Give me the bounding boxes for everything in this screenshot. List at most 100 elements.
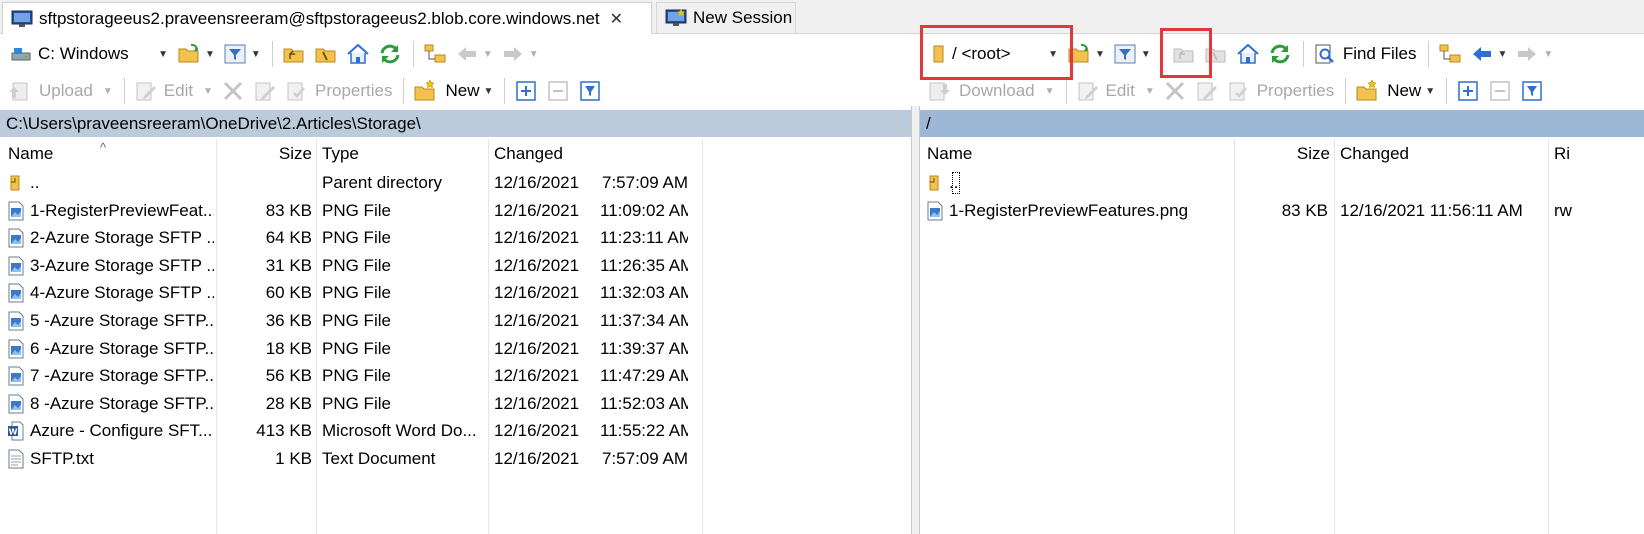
open-directory-button[interactable]: ▼ [1064,39,1108,69]
chevron-down-icon[interactable]: ▼ [1425,86,1435,97]
local-path-text: C:\Users\praveensreeram\OneDrive\2.Artic… [6,113,421,133]
tree-view-button[interactable] [1435,39,1465,69]
new-button[interactable]: New ▼ [1352,76,1438,106]
tree-view-button[interactable] [420,39,450,69]
properties-button[interactable]: Properties [282,76,395,106]
edit-button[interactable]: Edit ▼ [1073,76,1158,106]
file-row[interactable]: 1-RegisterPreviewFeat... 83 KB PNG File 12/… [0,197,911,225]
chevron-down-icon[interactable]: ▼ [483,86,493,97]
file-row[interactable]: SFTP.txt 1 KB Text Document 12/16/2021 7:57:… [0,445,911,473]
refresh-icon [378,43,402,65]
plus-box-icon [1456,80,1480,102]
chevron-down-icon[interactable]: ▼ [1543,49,1553,60]
file-row[interactable]: 1-RegisterPreviewFeatures.png 83 KB 12/16/… [920,197,1644,225]
file-row[interactable]: 6 -Azure Storage SFTP... 18 KB PNG File 12/… [0,335,911,363]
remote-path-text: / [926,113,931,133]
find-files-button[interactable]: Find Files [1310,39,1420,69]
chevron-down-icon[interactable]: ▼ [529,49,539,60]
tab-sftp-session[interactable]: sftpstorageeus2.praveensreeram@sftpstora… [2,2,652,34]
file-row[interactable]: 4-Azure Storage SFTP ... 60 KB PNG File 12/… [0,279,911,307]
column-header-name[interactable]: Name [927,139,972,169]
back-button[interactable]: ▼ [452,39,496,69]
select-files-button[interactable] [511,76,541,106]
file-row[interactable]: W Azure - Configure SFT... 413 KB Microsoft… [0,417,911,445]
file-changed-time: 11:09:02 AM [600,200,688,220]
column-header-name[interactable]: Name [8,139,53,169]
file-type: PNG File [322,283,391,303]
file-row[interactable]: 3-Azure Storage SFTP ... 31 KB PNG File 12/… [0,252,911,280]
chevron-down-icon[interactable]: ▼ [205,49,215,60]
file-size: 31 KB [265,255,312,275]
properties-icon [1227,80,1251,102]
open-folder-icon [1067,43,1091,65]
unselect-files-button[interactable] [543,76,573,106]
chevron-down-icon[interactable]: ▼ [1048,49,1058,60]
forward-button[interactable]: ▼ [498,39,542,69]
forward-button[interactable]: ▼ [1512,39,1556,69]
filter-button[interactable]: ▼ [1110,39,1154,69]
parent-directory-button[interactable] [1169,39,1199,69]
column-header-size[interactable]: Size [220,139,312,169]
panel-splitter[interactable] [911,106,920,534]
chevron-down-icon[interactable]: ▼ [158,49,168,60]
file-row[interactable]: 2-Azure Storage SFTP ... 64 KB PNG File 12/… [0,224,911,252]
home-directory-button[interactable] [1233,39,1263,69]
chevron-down-icon[interactable]: ▼ [1045,86,1055,97]
open-directory-button[interactable]: ▼ [174,39,218,69]
delete-button[interactable] [1160,76,1190,106]
file-row[interactable]: 7 -Azure Storage SFTP... 56 KB PNG File 12/… [0,362,911,390]
chevron-down-icon[interactable]: ▼ [1145,86,1155,97]
arrow-right-icon [501,43,525,65]
chevron-down-icon[interactable]: ▼ [1498,49,1508,60]
filter-button[interactable]: ▼ [220,39,264,69]
remote-path-bar[interactable]: / [920,110,1644,137]
tab-new-session[interactable]: New Session [656,2,796,34]
rename-button[interactable] [250,76,280,106]
column-header-changed[interactable]: Changed [1340,139,1409,169]
remote-path-selector[interactable]: / <root> ▼ [924,39,1064,69]
refresh-button[interactable] [375,39,405,69]
rename-button[interactable] [1192,76,1222,106]
arrow-right-icon [1515,43,1539,65]
parent-directory-button[interactable] [279,39,309,69]
file-row[interactable]: 5 -Azure Storage SFTP... 36 KB PNG File 12/… [0,307,911,335]
chevron-down-icon[interactable]: ▼ [1095,49,1105,60]
new-button[interactable]: New ▼ [410,76,496,106]
chevron-down-icon[interactable]: ▼ [483,49,493,60]
select-files-button[interactable] [1453,76,1483,106]
column-header-changed[interactable]: Changed [494,139,563,169]
file-row[interactable]: .. Parent directory 12/16/2021 7:57:09 AM [0,169,911,197]
back-button[interactable]: ▼ [1467,39,1511,69]
separator [1065,78,1067,104]
root-folder-icon [314,43,338,65]
file-size: 60 KB [265,283,312,303]
close-icon[interactable]: ✕ [610,9,623,29]
column-header-rights[interactable]: Ri [1554,139,1570,169]
find-files-label: Find Files [1342,44,1417,63]
unselect-files-button[interactable] [1485,76,1515,106]
new-folder-icon [413,79,437,102]
edit-label: Edit [163,81,194,100]
edit-button[interactable]: Edit ▼ [131,76,216,106]
file-row[interactable]: .. [920,169,1644,197]
filter-select-button[interactable] [575,76,605,106]
home-directory-button[interactable] [343,39,373,69]
local-path-bar[interactable]: C:\Users\praveensreeram\OneDrive\2.Artic… [0,110,912,137]
root-directory-button[interactable] [311,39,341,69]
refresh-button[interactable] [1265,39,1295,69]
filter-select-button[interactable] [1517,76,1547,106]
download-button[interactable]: Download ▼ [924,76,1058,106]
local-drive-selector[interactable]: C: Windows ▼ [4,39,174,69]
chevron-down-icon[interactable]: ▼ [1141,49,1151,60]
chevron-down-icon[interactable]: ▼ [103,86,113,97]
root-directory-button[interactable] [1201,39,1231,69]
upload-button[interactable]: Upload ▼ [4,76,116,106]
chevron-down-icon[interactable]: ▼ [203,86,213,97]
properties-button[interactable]: Properties [1224,76,1337,106]
chevron-down-icon[interactable]: ▼ [251,49,261,60]
file-row[interactable]: 8 -Azure Storage SFTP... 28 KB PNG File 12/… [0,390,911,418]
file-changed-date: 12/16/2021 [494,338,580,358]
column-header-size[interactable]: Size [1238,139,1330,169]
delete-button[interactable] [218,76,248,106]
column-header-type[interactable]: Type [322,139,359,169]
